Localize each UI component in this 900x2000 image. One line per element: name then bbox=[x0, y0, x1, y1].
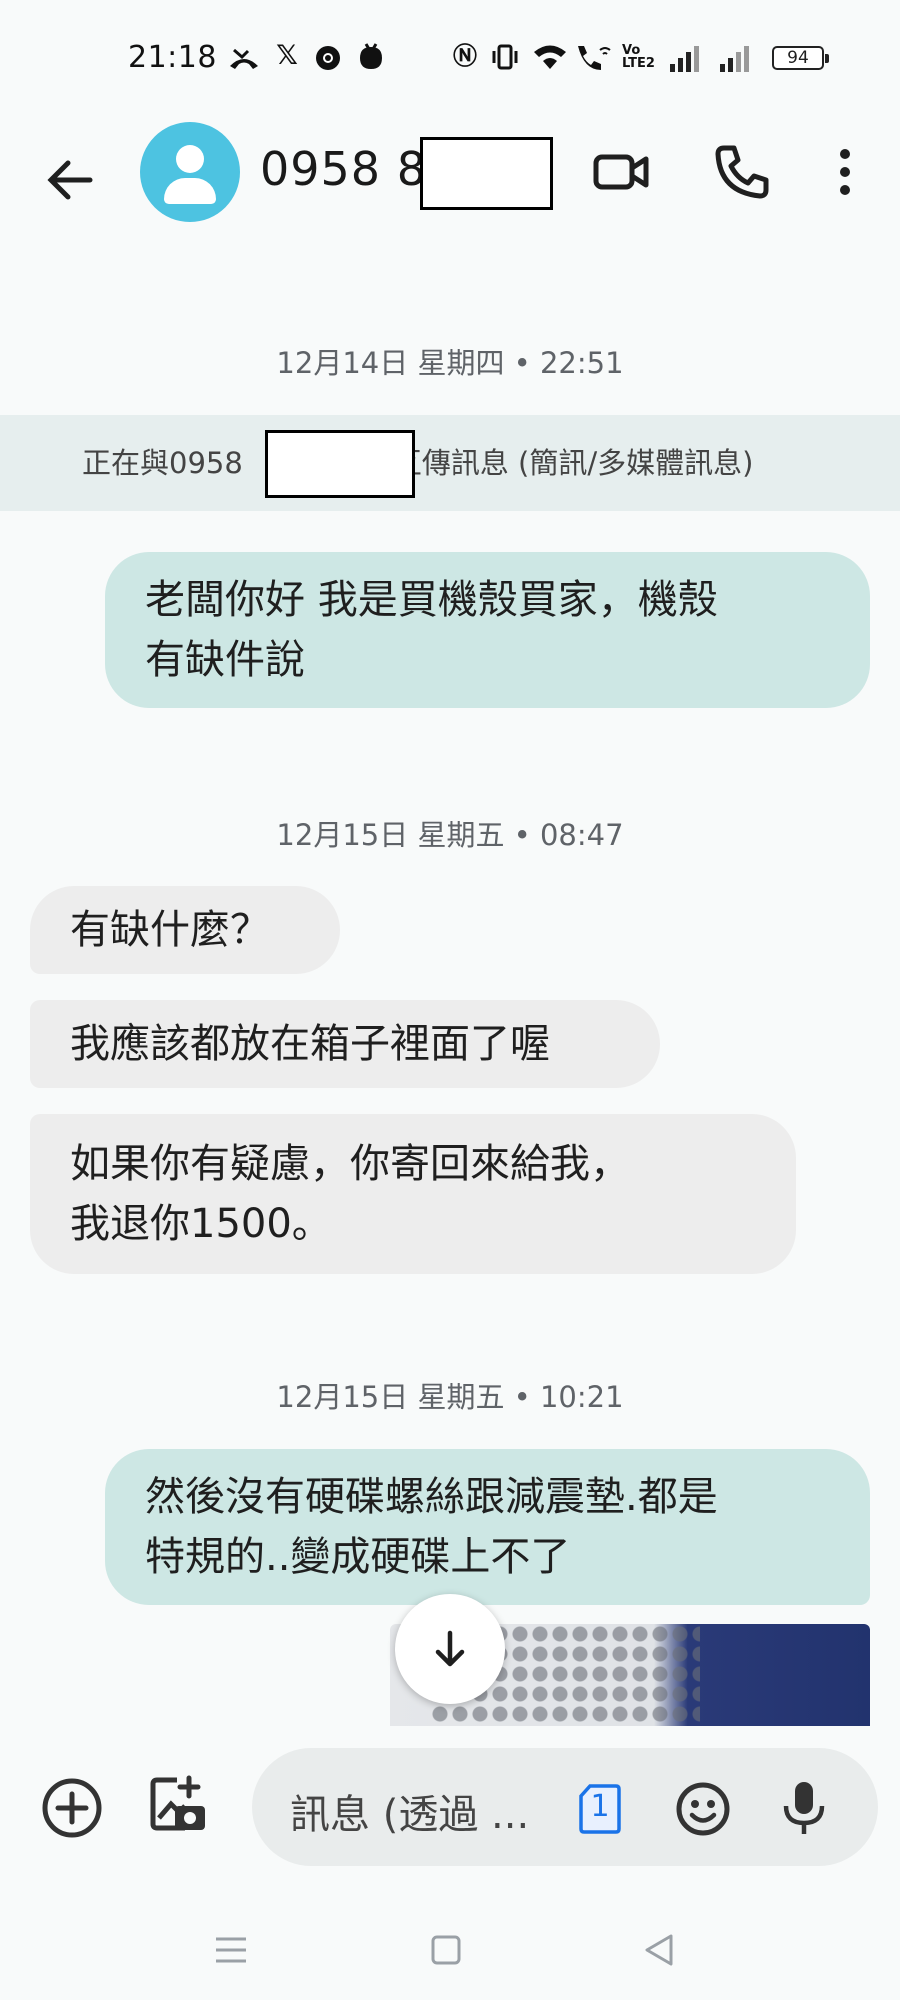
message-line: 然後沒有硬碟螺絲跟減震墊.都是 bbox=[145, 1474, 718, 1520]
nav-back-button[interactable] bbox=[635, 1925, 685, 1975]
incoming-message[interactable]: 我應該都放在箱子裡面了喔 bbox=[30, 1000, 660, 1088]
person-icon bbox=[176, 145, 204, 173]
message-line: 我應該都放在箱子裡面了喔 bbox=[70, 1021, 550, 1067]
phone-call-button[interactable] bbox=[710, 140, 774, 204]
redaction-box bbox=[265, 430, 415, 498]
nav-menu-button[interactable] bbox=[206, 1925, 256, 1975]
sim-selector-button[interactable]: 1 bbox=[578, 1783, 622, 1835]
voice-input-button[interactable] bbox=[776, 1778, 832, 1838]
date-separator: 12月15日 星期五 • 08:47 bbox=[276, 818, 624, 852]
contact-avatar[interactable] bbox=[140, 122, 240, 222]
incoming-message[interactable]: 有缺什麼？ bbox=[30, 886, 340, 974]
more-options-button[interactable] bbox=[820, 140, 870, 204]
contact-name[interactable]: 0958 8 bbox=[260, 142, 427, 196]
chrome-icon bbox=[316, 46, 340, 70]
date-separator: 12月14日 星期四 • 22:51 bbox=[276, 346, 624, 380]
nfc-icon: Ⓝ bbox=[453, 42, 477, 70]
video-call-button[interactable] bbox=[590, 140, 654, 204]
wifi-calling-icon bbox=[578, 46, 611, 70]
sim-label: 1 bbox=[590, 1789, 610, 1824]
scroll-to-bottom-button[interactable] bbox=[395, 1594, 505, 1704]
missed-call-icon bbox=[230, 48, 258, 69]
nav-home-button[interactable] bbox=[421, 1925, 471, 1975]
message-line: 有缺什麼？ bbox=[70, 907, 270, 953]
arrow-down-icon bbox=[435, 1630, 465, 1667]
conversation-info-strip: 正在與0958 互傳訊息 (簡訊/多媒體訊息) bbox=[0, 415, 900, 511]
signal-icon bbox=[720, 42, 749, 72]
outgoing-message[interactable]: 然後沒有硬碟螺絲跟減震墊.都是 特規的..變成硬碟上不了 bbox=[105, 1449, 870, 1605]
message-line: 特規的..變成硬碟上不了 bbox=[145, 1534, 571, 1580]
message-line: 我退你1500。 bbox=[70, 1201, 332, 1247]
signal-icon bbox=[670, 42, 699, 72]
back-button[interactable] bbox=[38, 148, 102, 212]
battery-icon: 94 bbox=[772, 46, 829, 70]
outgoing-message[interactable]: 老闆你好 我是買機殼買家，機殼 有缺件說 bbox=[105, 552, 870, 708]
volte-icon: Vo LTE2 bbox=[622, 43, 655, 71]
add-attachment-button[interactable] bbox=[40, 1776, 104, 1840]
vibrate-icon bbox=[492, 44, 518, 70]
redaction-box bbox=[420, 137, 553, 210]
wifi-icon bbox=[534, 45, 566, 69]
gallery-button[interactable] bbox=[145, 1772, 209, 1836]
app-notification-icon bbox=[360, 43, 382, 69]
message-line: 有缺件說 bbox=[145, 637, 305, 683]
emoji-button[interactable] bbox=[674, 1780, 732, 1838]
status-time: 21:18 bbox=[128, 40, 217, 75]
message-line: 如果你有疑慮，你寄回來給我， bbox=[70, 1141, 630, 1187]
info-text-prefix: 正在與0958 bbox=[82, 446, 243, 480]
date-separator: 12月15日 星期五 • 10:21 bbox=[276, 1380, 624, 1414]
incoming-message[interactable]: 如果你有疑慮，你寄回來給我， 我退你1500。 bbox=[30, 1114, 796, 1274]
message-line: 老闆你好 我是買機殼買家，機殼 bbox=[145, 577, 718, 623]
message-input-placeholder: 訊息 (透過 ... bbox=[290, 1792, 530, 1838]
info-text-suffix: 互傳訊息 (簡訊/多媒體訊息) bbox=[392, 446, 754, 480]
x-app-icon: 𝕏 bbox=[276, 40, 298, 71]
